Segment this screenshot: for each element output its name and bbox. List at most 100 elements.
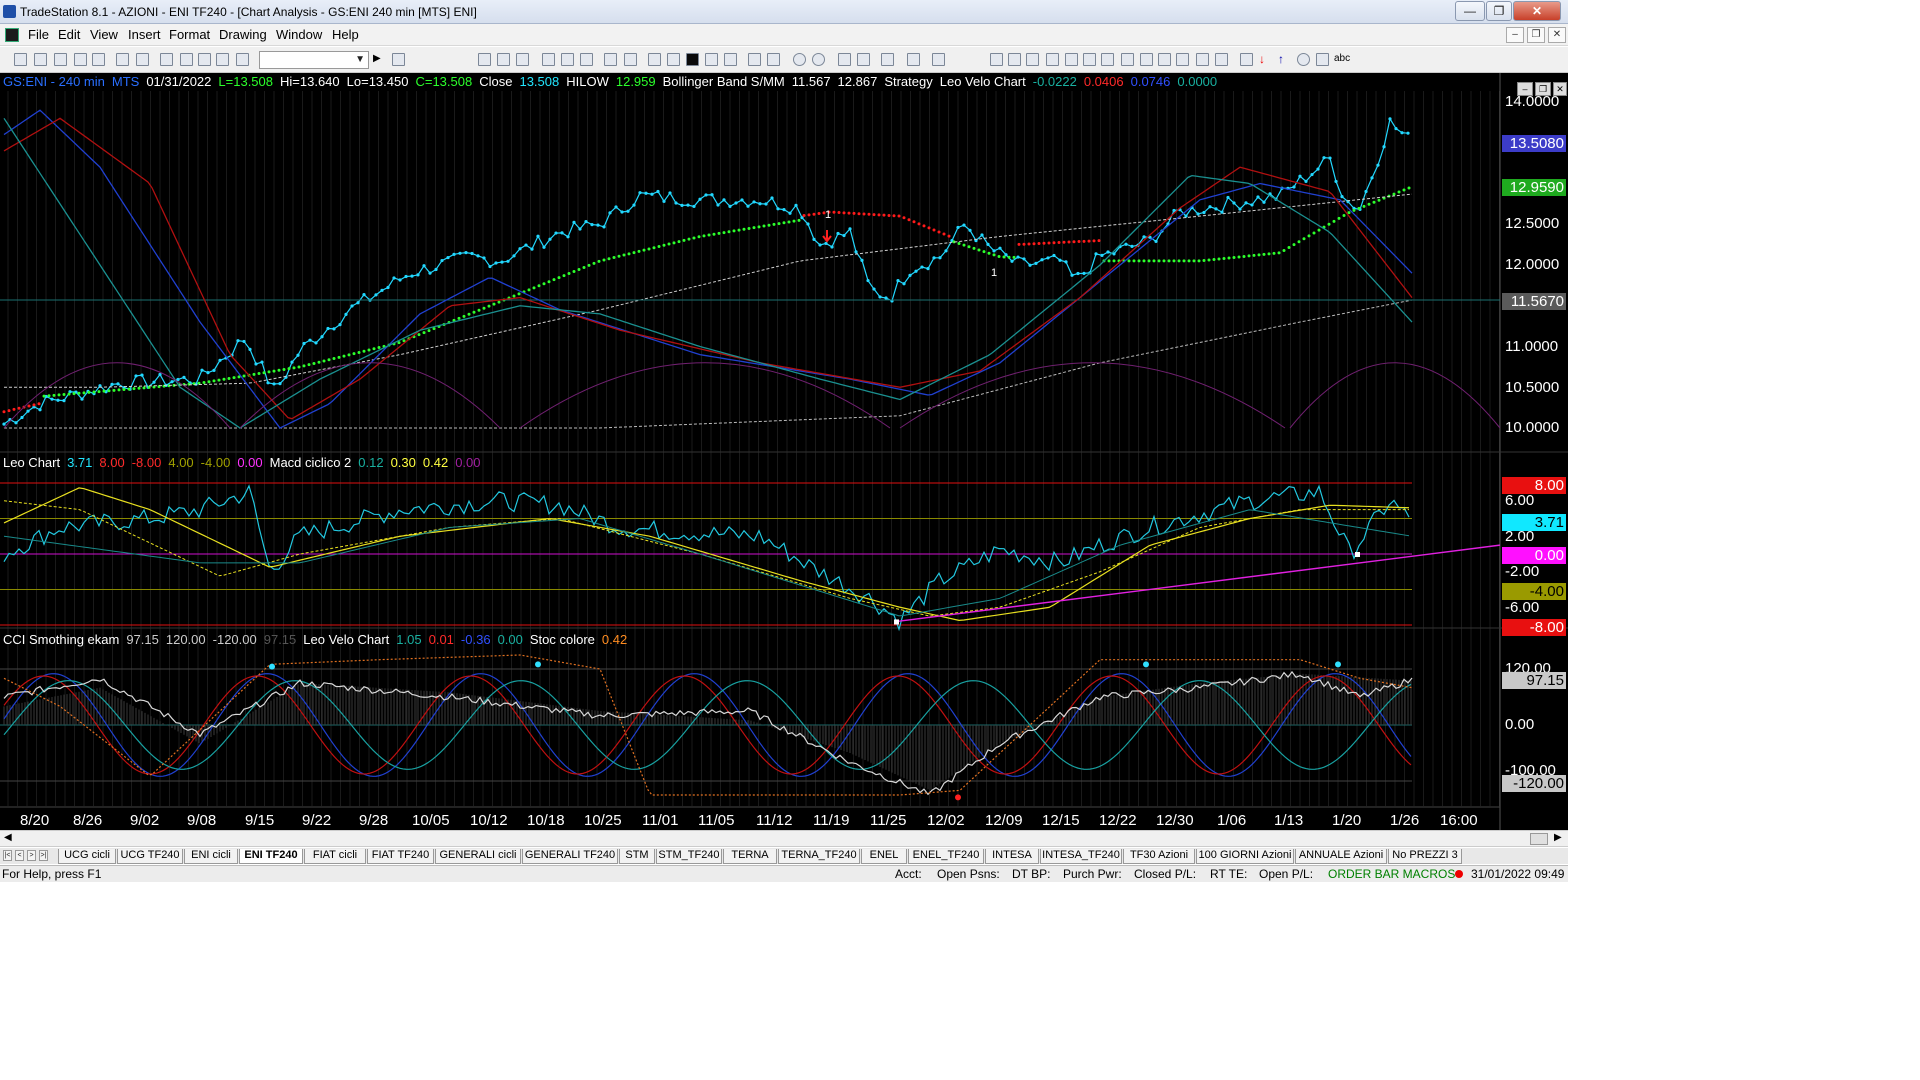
dark-theme-icon[interactable]	[686, 53, 699, 66]
paste-icon[interactable]	[92, 53, 105, 66]
format-icon[interactable]	[542, 53, 555, 66]
tab-generali-tf240[interactable]: GENERALI TF240	[522, 849, 618, 864]
tab-fiat-tf240[interactable]: FIAT TF240	[367, 849, 434, 864]
lookup-icon[interactable]	[392, 53, 405, 66]
symbol-combobox[interactable]: ▼	[259, 51, 369, 69]
tab-intesa-tf240[interactable]: INTESA_TF240	[1040, 849, 1122, 864]
tab-generali-cicli[interactable]: GENERALI cicli	[435, 849, 521, 864]
arrow-up-icon[interactable]: ↑	[1278, 53, 1291, 66]
scroll-thumb[interactable]	[1530, 833, 1548, 845]
chart-window-icon[interactable]	[5, 28, 19, 42]
tab-prev-icon[interactable]: <	[15, 850, 24, 861]
rectangle-icon[interactable]	[1316, 53, 1329, 66]
pencil-icon[interactable]	[1215, 53, 1228, 66]
line-icon[interactable]	[724, 53, 737, 66]
lock-icon[interactable]	[198, 53, 211, 66]
gann-fan-icon[interactable]	[1121, 53, 1134, 66]
vertical-line-icon[interactable]	[1008, 53, 1021, 66]
cycle-icon[interactable]	[1196, 53, 1209, 66]
layout-icon[interactable]	[604, 53, 617, 66]
parallel-icon[interactable]	[1176, 53, 1189, 66]
close-button[interactable]: ✕	[1513, 1, 1561, 21]
menu-edit[interactable]: Edit	[58, 27, 80, 42]
tab-last-icon[interactable]: >|	[39, 850, 48, 861]
mdi-close-button[interactable]: ✕	[1548, 27, 1566, 43]
text-icon[interactable]: abc	[1334, 53, 1350, 66]
menu-format[interactable]: Format	[169, 27, 210, 42]
arrow-down-icon[interactable]: ↓	[1259, 53, 1272, 66]
new-icon[interactable]	[14, 53, 27, 66]
print-icon[interactable]	[116, 53, 129, 66]
maximize-button[interactable]: ❐	[1486, 1, 1512, 21]
menu-view[interactable]: View	[90, 27, 118, 42]
chart-close-button[interactable]: ✕	[1553, 82, 1567, 96]
status-icon[interactable]	[236, 53, 249, 66]
window-icon[interactable]	[160, 53, 173, 66]
tab-eni-cicli[interactable]: ENI cicli	[184, 849, 238, 864]
minimize-button[interactable]: —	[1455, 1, 1485, 21]
pointer-icon[interactable]	[838, 53, 851, 66]
insert-indicator-icon[interactable]	[497, 53, 510, 66]
scroll-left-icon[interactable]: ◀	[4, 832, 12, 843]
scroll-right-icon[interactable]: ▶	[1554, 832, 1562, 843]
open-icon[interactable]	[34, 53, 47, 66]
tab-ucg-tf240[interactable]: UCG TF240	[117, 849, 183, 864]
channel-icon[interactable]	[1046, 53, 1059, 66]
zoom-in-icon[interactable]	[793, 53, 806, 66]
tab-stm[interactable]: STM	[619, 849, 655, 864]
copy-icon[interactable]	[74, 53, 87, 66]
ohlc-icon[interactable]	[705, 53, 718, 66]
workspace-icon[interactable]	[180, 53, 193, 66]
tab-terna[interactable]: TERNA	[723, 849, 777, 864]
tab-no-prezzi-3[interactable]: No PREZZI 3	[1388, 849, 1462, 864]
data-window-icon[interactable]	[624, 53, 637, 66]
zoom-left-icon[interactable]	[748, 53, 761, 66]
play-icon[interactable]: ▶	[373, 53, 386, 66]
refresh-icon[interactable]	[561, 53, 574, 66]
regression-icon[interactable]	[1140, 53, 1153, 66]
tab-annuale-azioni[interactable]: ANNUALE Azioni	[1295, 849, 1387, 864]
speed-lines-icon[interactable]	[1101, 53, 1114, 66]
freehand-icon[interactable]	[1240, 53, 1253, 66]
candle-icon[interactable]	[648, 53, 661, 66]
tab-terna-tf240[interactable]: TERNA_TF240	[778, 849, 860, 864]
menu-file[interactable]: File	[28, 27, 49, 42]
menu-window[interactable]: Window	[276, 27, 322, 42]
tab-tf30-azioni[interactable]: TF30 Azioni	[1123, 849, 1195, 864]
mdi-minimize-button[interactable]: –	[1506, 27, 1524, 43]
print-preview-icon[interactable]	[136, 53, 149, 66]
insert-strategy-icon[interactable]	[516, 53, 529, 66]
chevron-down-icon[interactable]: ▼	[355, 54, 365, 65]
chart-analysis-window[interactable]: GS:ENI - 240 min MTS 01/31/2022 L=13.508 Hi=…	[0, 73, 1568, 830]
horizontal-line-icon[interactable]	[1026, 53, 1039, 66]
arc-icon[interactable]	[1065, 53, 1078, 66]
bar-chart-icon[interactable]	[478, 53, 491, 66]
tools-icon[interactable]	[881, 53, 894, 66]
chart-props-icon[interactable]	[907, 53, 920, 66]
tab-stm-tf240[interactable]: STM_TF240	[656, 849, 722, 864]
mdi-restore-button[interactable]: ❐	[1527, 27, 1545, 43]
price-chart[interactable]	[0, 73, 1568, 830]
tab-eni-tf240[interactable]: ENI TF240	[239, 849, 303, 864]
chart-minimize-button[interactable]: –	[1517, 82, 1533, 96]
zoom-right-icon[interactable]	[767, 53, 780, 66]
arrow-lr-icon[interactable]	[1158, 53, 1171, 66]
scale-icon[interactable]	[580, 53, 593, 66]
bars-icon[interactable]	[667, 53, 680, 66]
order-bar-macros[interactable]: ORDER BAR MACROS	[1328, 867, 1455, 881]
menu-insert[interactable]: Insert	[128, 27, 161, 42]
tab-next-icon[interactable]: >	[27, 850, 36, 861]
tab-intesa[interactable]: INTESA	[985, 849, 1039, 864]
hide-icon[interactable]	[932, 53, 945, 66]
chart-restore-button[interactable]: ❐	[1535, 82, 1551, 96]
tab-100-giorni-azioni[interactable]: 100 GIORNI Azioni	[1196, 849, 1294, 864]
save-icon[interactable]	[54, 53, 67, 66]
select-icon[interactable]	[857, 53, 870, 66]
zoom-out-icon[interactable]	[812, 53, 825, 66]
menu-help[interactable]: Help	[332, 27, 359, 42]
trendline-icon[interactable]	[990, 53, 1003, 66]
fib-icon[interactable]	[1083, 53, 1096, 66]
tab-first-icon[interactable]: |<	[3, 850, 12, 861]
tab-enel-tf240[interactable]: ENEL_TF240	[908, 849, 984, 864]
tab-enel[interactable]: ENEL	[861, 849, 907, 864]
